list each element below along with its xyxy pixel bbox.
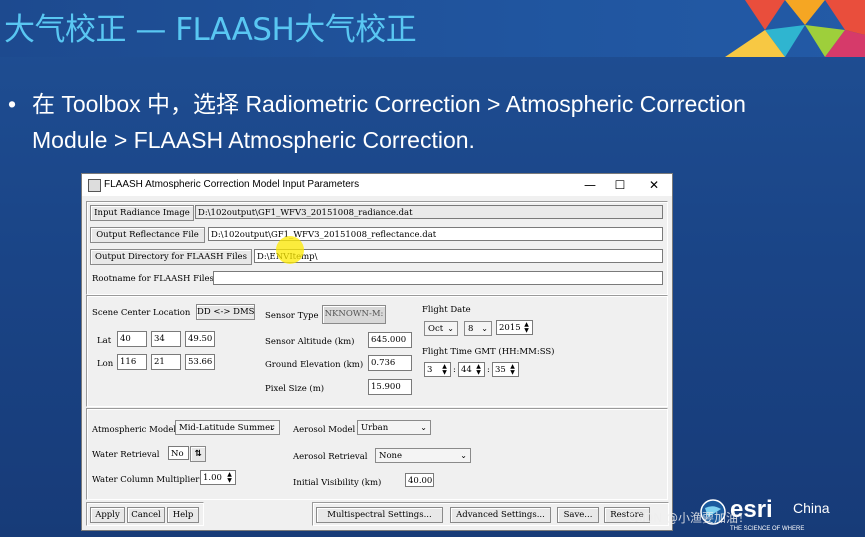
cancel-button[interactable]: Cancel — [127, 507, 165, 523]
scene-center-label: Scene Center Location — [92, 308, 191, 318]
chevron-down-icon: ⌄ — [460, 451, 467, 460]
ground-elevation-label: Ground Elevation (km) — [265, 360, 364, 370]
watermark: CSDN @小渔要加油！ — [628, 511, 751, 525]
pixel-size-label: Pixel Size (m) — [265, 384, 325, 394]
lat-degrees[interactable]: 40 — [117, 331, 147, 347]
lon-label: Lon — [97, 359, 114, 369]
sensor-altitude-field[interactable]: 645.000 — [368, 332, 412, 348]
water-multiplier-spinner[interactable]: 1.00 ▲ ▼ — [200, 470, 236, 485]
chevron-down-icon: ⌄ — [481, 324, 488, 333]
water-retrieval-label: Water Retrieval — [92, 450, 160, 460]
spinner-arrows-icon[interactable]: ▲ ▼ — [225, 472, 234, 484]
toggle-arrows-icon[interactable]: ⇅ — [190, 446, 206, 462]
atmospheric-model-label: Atmospheric Model — [92, 425, 177, 435]
decorative-triangles — [725, 0, 865, 57]
input-radiance-field[interactable]: D:\102output\GF1_WFV3_20151008_radiance.… — [195, 205, 663, 219]
app-icon — [88, 179, 101, 192]
flight-year-spinner[interactable]: 2015 ▲ ▼ — [496, 320, 533, 335]
lat-seconds[interactable]: 49.50 — [185, 331, 215, 347]
year-value: 2015 — [499, 323, 521, 333]
rootname-label: Rootname for FLAASH Files — [92, 274, 214, 284]
output-directory-button[interactable]: Output Directory for FLAASH Files — [90, 249, 252, 265]
flight-minute-spinner[interactable]: 44 ▲ ▼ — [458, 362, 485, 377]
aerosol-model-dropdown[interactable]: Urban ⌄ — [357, 420, 431, 435]
close-button[interactable]: ✕ — [640, 176, 668, 194]
lon-seconds[interactable]: 53.66 — [185, 354, 215, 370]
hour-value: 3 — [427, 365, 433, 375]
flight-day-dropdown[interactable]: 8 ⌄ — [464, 321, 492, 336]
time-separator: : — [453, 365, 456, 375]
water-multiplier-label: Water Column Multiplier — [92, 475, 200, 485]
ground-elevation-field[interactable]: 0.736 — [368, 355, 412, 371]
advanced-settings-button[interactable]: Advanced Settings... — [450, 507, 551, 523]
water-retrieval-field[interactable]: No — [168, 446, 189, 460]
logo-suffix: China — [793, 500, 830, 516]
flight-month-dropdown[interactable]: Oct ⌄ — [424, 321, 458, 336]
flight-time-label: Flight Time GMT (HH:MM:SS) — [422, 347, 555, 357]
flight-date-label: Flight Date — [422, 305, 471, 315]
sensor-altitude-label: Sensor Altitude (km) — [265, 337, 355, 347]
maximize-button[interactable]: ☐ — [606, 176, 634, 194]
pixel-size-field[interactable]: 15.900 — [368, 379, 412, 395]
output-directory-field[interactable]: D:\ENVItemp\ — [254, 249, 663, 263]
bullet-line-1: 在 Toolbox 中，选择 Radiometric Correction > … — [32, 91, 746, 117]
chevron-down-icon: ⌄ — [447, 324, 454, 333]
output-reflectance-field[interactable]: D:\102output\GF1_WFV3_20151008_reflectan… — [208, 227, 663, 241]
water-multiplier-value: 1.00 — [203, 473, 222, 483]
flight-hour-spinner[interactable]: 3 ▲ ▼ — [424, 362, 451, 377]
minute-value: 44 — [461, 365, 472, 375]
atmospheric-model-value: Mid-Latitude Summer — [179, 423, 275, 433]
chevron-down-icon: ⌄ — [420, 423, 427, 432]
minimize-button[interactable]: — — [576, 176, 604, 194]
dialog-title-bar[interactable]: FLAASH Atmospheric Correction Model Inpu… — [82, 174, 672, 196]
cursor-highlight — [276, 236, 304, 264]
save-button[interactable]: Save... — [557, 507, 599, 523]
lat-label: Lat — [97, 336, 112, 346]
slide-title: 大气校正 — FLAASH大气校正 — [4, 12, 417, 48]
day-value: 8 — [468, 324, 474, 334]
rootname-field[interactable] — [213, 271, 663, 285]
initial-visibility-label: Initial Visibility (km) — [293, 478, 382, 488]
logo-tagline: THE SCIENCE OF WHERE — [730, 526, 805, 532]
second-value: 35 — [495, 365, 506, 375]
input-radiance-button[interactable]: Input Radiance Image — [90, 205, 194, 221]
spinner-arrows-icon[interactable]: ▲ ▼ — [474, 364, 483, 376]
lon-degrees[interactable]: 116 — [117, 354, 147, 370]
bullet-dot: • — [8, 91, 17, 117]
chevron-down-icon: ⌄ — [269, 423, 276, 432]
spinner-arrows-icon[interactable]: ▲ ▼ — [440, 364, 449, 376]
spinner-arrows-icon[interactable]: ▲ ▼ — [522, 322, 531, 334]
aerosol-model-value: Urban — [361, 423, 389, 433]
flight-second-spinner[interactable]: 35 ▲ ▼ — [492, 362, 519, 377]
initial-visibility-field[interactable]: 40.00 — [405, 473, 434, 487]
time-separator: : — [487, 365, 490, 375]
aerosol-model-label: Aerosol Model — [293, 425, 356, 435]
output-reflectance-button[interactable]: Output Reflectance File — [90, 227, 205, 243]
month-value: Oct — [428, 324, 444, 334]
aerosol-retrieval-label: Aerosol Retrieval — [293, 452, 368, 462]
dialog-title: FLAASH Atmospheric Correction Model Inpu… — [104, 179, 360, 190]
aerosol-retrieval-value: None — [379, 451, 403, 461]
help-button[interactable]: Help — [167, 507, 199, 523]
atmospheric-model-dropdown[interactable]: Mid-Latitude Summer ⌄ — [175, 420, 280, 435]
lon-minutes[interactable]: 21 — [151, 354, 181, 370]
sensor-type-dropdown[interactable]: NKNOWN-M: — [322, 305, 386, 324]
spinner-arrows-icon[interactable]: ▲ ▼ — [508, 364, 517, 376]
lat-minutes[interactable]: 34 — [151, 331, 181, 347]
bullet-line-2: Module > FLAASH Atmospheric Correction. — [32, 127, 475, 153]
sensor-type-label: Sensor Type — [265, 311, 319, 321]
dd-dms-button[interactable]: DD <-> DMS — [196, 304, 255, 320]
flaash-dialog: FLAASH Atmospheric Correction Model Inpu… — [81, 173, 673, 531]
multispectral-settings-button[interactable]: Multispectral Settings... — [316, 507, 443, 523]
aerosol-retrieval-dropdown[interactable]: None ⌄ — [375, 448, 471, 463]
apply-button[interactable]: Apply — [90, 507, 125, 523]
